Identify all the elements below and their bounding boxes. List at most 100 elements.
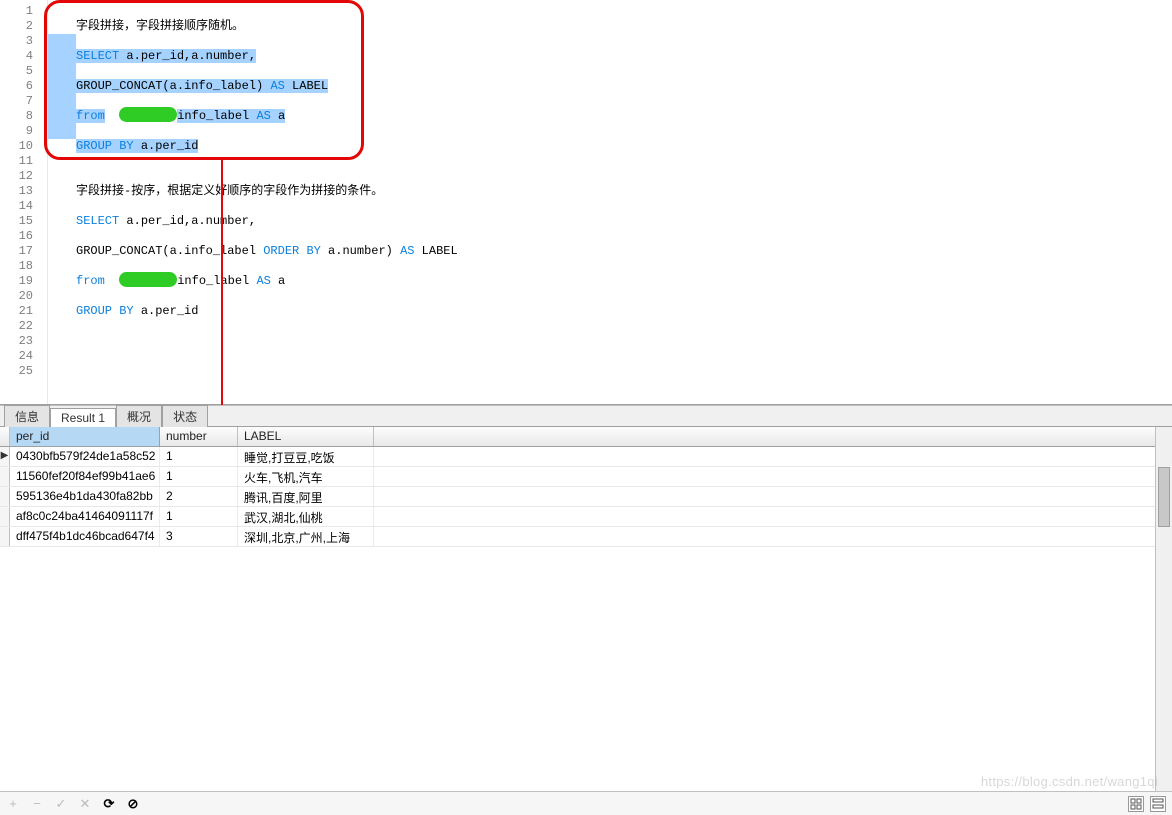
code-line[interactable]: 字段拼接-按序，根据定义好顺序的字段作为拼接的条件。 bbox=[76, 184, 1172, 199]
cell-per-id[interactable]: 0430bfb579f24de1a58c52 bbox=[10, 447, 160, 466]
tab-info[interactable]: 信息 bbox=[4, 405, 50, 427]
refresh-icon[interactable]: ⟳ bbox=[102, 797, 116, 811]
table-row[interactable]: dff475f4b1dc46bcad647f43深圳,北京,广州,上海 bbox=[0, 527, 1155, 547]
cell-number[interactable]: 1 bbox=[160, 467, 238, 486]
cell-number[interactable]: 3 bbox=[160, 527, 238, 546]
cell-label[interactable]: 火车,飞机,汽车 bbox=[238, 467, 374, 486]
grid-header: per_id number LABEL bbox=[0, 427, 1155, 447]
cell-per-id[interactable]: 11560fef20f84ef99b41ae6 bbox=[10, 467, 160, 486]
tab-profile[interactable]: 概况 bbox=[116, 405, 162, 427]
code-line[interactable] bbox=[76, 349, 1172, 364]
selection-margin bbox=[48, 94, 76, 109]
col-number[interactable]: number bbox=[160, 427, 238, 446]
code-line[interactable] bbox=[76, 169, 1172, 184]
vertical-scrollbar[interactable] bbox=[1155, 427, 1172, 791]
result-toolbar: + − ✓ ✕ ⟳ ⊘ bbox=[0, 791, 1172, 815]
line-number: 19 bbox=[0, 274, 47, 289]
keyword: AS bbox=[400, 244, 414, 258]
code-text: info_label bbox=[177, 274, 256, 288]
cell-label[interactable]: 深圳,北京,广州,上海 bbox=[238, 527, 374, 546]
watermark: https://blog.csdn.net/wang1qi bbox=[981, 774, 1158, 789]
code-line[interactable]: from info_label AS a bbox=[76, 274, 1172, 289]
line-number: 11 bbox=[0, 154, 47, 169]
cell-number[interactable]: 1 bbox=[160, 447, 238, 466]
code-line[interactable] bbox=[76, 124, 1172, 139]
line-number: 22 bbox=[0, 319, 47, 334]
code-text bbox=[105, 109, 119, 123]
code-line[interactable]: GROUP BY a.per_id bbox=[76, 304, 1172, 319]
apply-icon[interactable]: ✓ bbox=[54, 797, 68, 811]
code-line[interactable] bbox=[76, 289, 1172, 304]
selection-margin bbox=[48, 64, 76, 79]
add-row-icon[interactable]: + bbox=[6, 797, 20, 811]
cell-label[interactable]: 武汉,湖北,仙桃 bbox=[238, 507, 374, 526]
tab-result1[interactable]: Result 1 bbox=[50, 408, 116, 427]
line-number: 9 bbox=[0, 124, 47, 139]
code-line[interactable] bbox=[76, 364, 1172, 379]
code-line[interactable] bbox=[76, 64, 1172, 79]
code-line[interactable] bbox=[76, 199, 1172, 214]
scrollbar-thumb[interactable] bbox=[1158, 467, 1170, 527]
view-form-icon[interactable] bbox=[1150, 796, 1166, 812]
row-marker bbox=[0, 487, 10, 506]
code-line[interactable] bbox=[76, 334, 1172, 349]
code-line[interactable] bbox=[76, 154, 1172, 169]
cell-number[interactable]: 1 bbox=[160, 507, 238, 526]
code-line[interactable] bbox=[76, 4, 1172, 19]
keyword: SELECT bbox=[76, 214, 119, 228]
code-line[interactable]: from info_label AS a bbox=[76, 109, 1172, 124]
code-line[interactable] bbox=[76, 94, 1172, 109]
table-row[interactable]: 11560fef20f84ef99b41ae61火车,飞机,汽车 bbox=[0, 467, 1155, 487]
code-text bbox=[105, 274, 119, 288]
cell-per-id[interactable]: dff475f4b1dc46bcad647f4 bbox=[10, 527, 160, 546]
keyword: from bbox=[76, 274, 105, 288]
table-row[interactable]: ▶0430bfb579f24de1a58c521睡觉,打豆豆,吃饭 bbox=[0, 447, 1155, 467]
code-area[interactable]: 字段拼接，字段拼接顺序随机。 SELECT a.per_id,a.number, G… bbox=[48, 0, 1172, 404]
cell-label[interactable]: 腾讯,百度,阿里 bbox=[238, 487, 374, 506]
table-row[interactable]: 595136e4b1da430fa82bb2腾讯,百度,阿里 bbox=[0, 487, 1155, 507]
result-pane: 信息 Result 1 概况 状态 per_id number LABEL ▶0… bbox=[0, 405, 1172, 815]
line-number: 14 bbox=[0, 199, 47, 214]
cell-per-id[interactable]: af8c0c24ba41464091117f bbox=[10, 507, 160, 526]
code-line[interactable] bbox=[76, 34, 1172, 49]
col-per-id[interactable]: per_id bbox=[10, 427, 160, 446]
line-gutter: 1234567891011121314151617181920212223242… bbox=[0, 0, 48, 404]
result-grid[interactable]: per_id number LABEL ▶0430bfb579f24de1a58… bbox=[0, 427, 1155, 791]
selection-margin bbox=[48, 124, 76, 139]
code-text: a.per_id,a.number, bbox=[119, 214, 256, 228]
line-number: 12 bbox=[0, 169, 47, 184]
selection-margin bbox=[48, 49, 76, 64]
redacted-text bbox=[119, 272, 177, 287]
remove-row-icon[interactable]: − bbox=[30, 797, 44, 811]
tab-status[interactable]: 状态 bbox=[162, 405, 208, 427]
line-number: 25 bbox=[0, 364, 47, 379]
code-line[interactable]: GROUP_CONCAT(a.info_label) AS LABEL bbox=[76, 79, 1172, 94]
row-marker: ▶ bbox=[0, 447, 10, 466]
row-marker bbox=[0, 467, 10, 486]
keyword: ORDER bbox=[263, 244, 299, 258]
table-row[interactable]: af8c0c24ba41464091117f1武汉,湖北,仙桃 bbox=[0, 507, 1155, 527]
code-line[interactable]: GROUP_CONCAT(a.info_label ORDER BY a.num… bbox=[76, 244, 1172, 259]
code-line[interactable] bbox=[76, 319, 1172, 334]
line-number: 4 bbox=[0, 49, 47, 64]
row-marker bbox=[0, 507, 10, 526]
cell-label[interactable]: 睡觉,打豆豆,吃饭 bbox=[238, 447, 374, 466]
keyword: AS bbox=[270, 79, 284, 93]
cancel-icon[interactable]: ✕ bbox=[78, 797, 92, 811]
line-number: 3 bbox=[0, 34, 47, 49]
cell-per-id[interactable]: 595136e4b1da430fa82bb bbox=[10, 487, 160, 506]
code-line[interactable] bbox=[76, 259, 1172, 274]
code-line[interactable]: 字段拼接，字段拼接顺序随机。 bbox=[76, 19, 1172, 34]
view-grid-icon[interactable] bbox=[1128, 796, 1144, 812]
code-line[interactable]: SELECT a.per_id,a.number, bbox=[76, 49, 1172, 64]
code-line[interactable]: GROUP BY a.per_id bbox=[76, 139, 1172, 154]
selection-margin bbox=[48, 34, 76, 49]
row-marker bbox=[0, 527, 10, 546]
stop-icon[interactable]: ⊘ bbox=[126, 797, 140, 811]
keyword: BY bbox=[306, 244, 320, 258]
col-label[interactable]: LABEL bbox=[238, 427, 374, 446]
sql-editor[interactable]: 1234567891011121314151617181920212223242… bbox=[0, 0, 1172, 405]
code-line[interactable] bbox=[76, 229, 1172, 244]
code-line[interactable]: SELECT a.per_id,a.number, bbox=[76, 214, 1172, 229]
cell-number[interactable]: 2 bbox=[160, 487, 238, 506]
